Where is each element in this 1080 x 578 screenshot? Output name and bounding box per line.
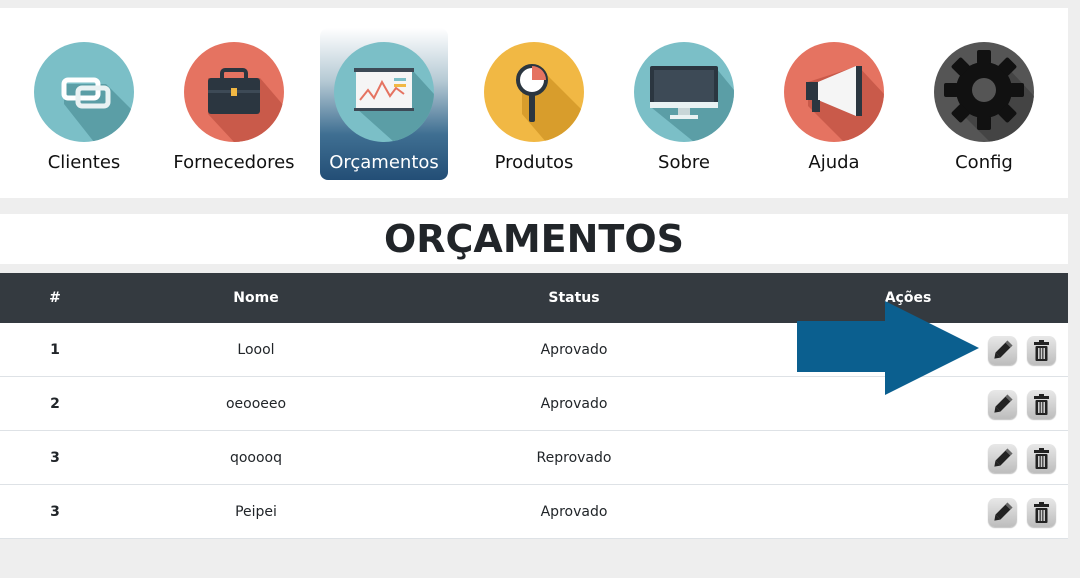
nav-label: Clientes [47, 152, 121, 173]
column-header-number: # [49, 290, 61, 306]
top-nav: Clientes Fornecedores Orçamentos Produto… [0, 8, 1068, 198]
megaphone-icon [784, 42, 884, 142]
column-header-actions: Ações [884, 290, 932, 306]
pencil-icon [994, 394, 1013, 413]
edit-button[interactable] [988, 336, 1017, 365]
row-status: Reprovado [536, 450, 612, 466]
row-number: 3 [50, 504, 60, 520]
row-number: 2 [50, 396, 60, 412]
row-status: Aprovado [540, 504, 608, 520]
nav-label: Fornecedores [173, 152, 295, 173]
budgets-table: # Nome Status Ações 1 Loool Aprovado 2 o… [0, 273, 1068, 539]
row-name: Loool [237, 342, 275, 358]
edit-button[interactable] [988, 444, 1017, 473]
edit-button[interactable] [988, 498, 1017, 527]
delete-button[interactable] [1027, 444, 1056, 473]
trash-icon [1034, 394, 1049, 415]
nav-label: Sobre [658, 152, 710, 173]
briefcase-icon [184, 42, 284, 142]
nav-item-ajuda[interactable]: Ajuda [770, 28, 898, 180]
row-name: Peipei [235, 504, 277, 520]
row-number: 3 [50, 450, 60, 466]
page-title: ORÇAMENTOS [383, 217, 685, 261]
table-row: 2 oeooeeo Aprovado [0, 377, 1068, 431]
nav-label: Config [955, 152, 1013, 173]
trash-icon [1034, 448, 1049, 469]
pencil-icon [994, 340, 1013, 359]
nav-item-produtos[interactable]: Produtos [470, 28, 598, 180]
trash-icon [1034, 502, 1049, 523]
trash-icon [1034, 340, 1049, 361]
nav-item-orcamentos[interactable]: Orçamentos [320, 28, 448, 180]
pencil-icon [994, 502, 1013, 521]
monitor-icon [634, 42, 734, 142]
table-row: 3 qooooq Reprovado [0, 431, 1068, 485]
nav-item-fornecedores[interactable]: Fornecedores [170, 28, 298, 180]
delete-button[interactable] [1027, 390, 1056, 419]
nav-item-sobre[interactable]: Sobre [620, 28, 748, 180]
delete-button[interactable] [1027, 498, 1056, 527]
edit-button[interactable] [988, 390, 1017, 419]
nav-item-clientes[interactable]: Clientes [20, 28, 148, 180]
magnifier-icon [484, 42, 584, 142]
row-name: oeooeeo [225, 396, 287, 412]
nav-label: Produtos [494, 152, 574, 173]
presentation-board-icon [334, 42, 434, 142]
row-name: qooooq [229, 450, 283, 466]
column-header-status: Status [548, 290, 600, 306]
row-number: 1 [50, 342, 60, 358]
delete-button[interactable] [1027, 336, 1056, 365]
table-row: 1 Loool Aprovado [0, 323, 1068, 377]
column-header-name: Nome [233, 290, 279, 306]
nav-label: Orçamentos [329, 152, 439, 173]
link-icon [34, 42, 134, 142]
row-status: Aprovado [540, 396, 608, 412]
nav-item-config[interactable]: Config [920, 28, 1048, 180]
table-header: # Nome Status Ações [0, 273, 1068, 323]
gear-icon [934, 42, 1034, 142]
pencil-icon [994, 448, 1013, 467]
row-status: Aprovado [540, 342, 608, 358]
nav-label: Ajuda [808, 152, 860, 173]
table-row: 3 Peipei Aprovado [0, 485, 1068, 539]
title-bar: ORÇAMENTOS [0, 214, 1068, 264]
